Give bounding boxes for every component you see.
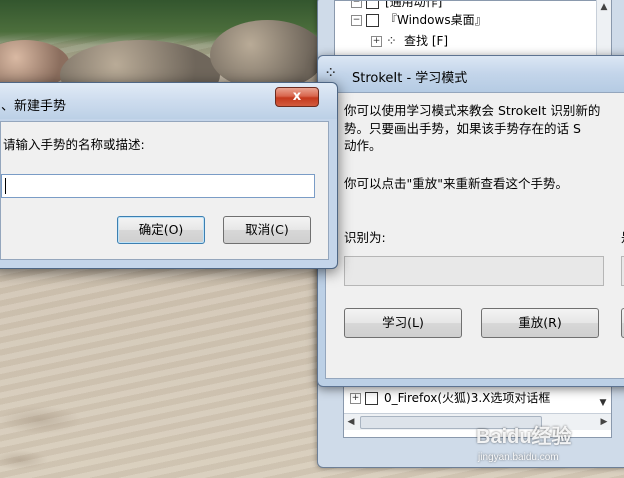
cancel-button[interactable]: 取消(C) bbox=[223, 216, 311, 244]
scrollbar-thumb[interactable] bbox=[360, 416, 542, 429]
scroll-up-arrow-icon[interactable]: ▲ bbox=[597, 0, 611, 14]
gesture-node-icon bbox=[366, 14, 379, 27]
replay-button[interactable]: 重放(R) bbox=[481, 308, 599, 338]
dialog-titlebar[interactable]: 、新建手势 x bbox=[0, 83, 337, 119]
gesture-sparkle-icon: ⁘ bbox=[386, 33, 397, 49]
learn-window-titlebar[interactable]: ⁘ StrokeIt - 学习模式 bbox=[318, 56, 624, 92]
gesture-node-icon bbox=[366, 1, 379, 9]
strokeit-sparkle-icon: ⁘ bbox=[324, 63, 338, 82]
collapse-icon[interactable]: − bbox=[351, 15, 362, 26]
chevron-down-icon[interactable]: ▼ bbox=[596, 396, 610, 410]
plus-box-icon[interactable]: + bbox=[371, 36, 382, 47]
tree-item-label: [通用动作] bbox=[385, 0, 443, 9]
learn-window-body: 你可以使用学习模式来教会 StrokeIt 识别新的 势。只要画出手势，如果该手… bbox=[325, 92, 624, 379]
new-gesture-dialog: 、新建手势 x 请输入手势的名称或描述: 确定(O) 取消(C) bbox=[0, 82, 338, 269]
learn-mode-window: ⁘ StrokeIt - 学习模式 你可以使用学习模式来教会 StrokeIt … bbox=[317, 55, 624, 387]
gesture-tree-bottom[interactable]: +0_Firefox(火狐)3.X选项对话框 ◀ ▶ bbox=[343, 384, 612, 438]
recognized-as-field bbox=[344, 256, 604, 286]
tree-item-label: 『Windows桌面』 bbox=[385, 13, 487, 27]
collapse-icon[interactable]: − bbox=[351, 1, 362, 8]
text-caret bbox=[5, 178, 6, 194]
scroll-left-arrow-icon[interactable]: ◀ bbox=[344, 414, 358, 430]
instructions-line: 势。只要画出手势，如果该手势存在的话 S bbox=[344, 121, 581, 136]
window-title: StrokeIt - 学习模式 bbox=[352, 71, 468, 86]
instructions-line: 动作。 bbox=[344, 138, 382, 153]
close-icon: x bbox=[292, 89, 302, 104]
tree-item-label: 0_Firefox(火狐)3.X选项对话框 bbox=[384, 391, 551, 405]
close-button[interactable]: x bbox=[275, 87, 319, 107]
instructions-line: 你可以使用学习模式来教会 StrokeIt 识别新的 bbox=[344, 103, 601, 118]
gesture-name-input[interactable] bbox=[1, 174, 315, 198]
tree-item[interactable]: + ⁘ 查找 [F] bbox=[371, 32, 448, 50]
plus-box-icon[interactable]: + bbox=[350, 393, 361, 404]
tree-item[interactable]: − 『Windows桌面』 bbox=[351, 11, 487, 29]
recognized-as-label: 识别为: bbox=[344, 230, 386, 245]
wallpaper-rock bbox=[210, 20, 325, 90]
gesture-name-prompt: 请输入手势的名称或描述: bbox=[3, 137, 145, 152]
tree-vertical-scrollbar[interactable]: ▲ bbox=[596, 0, 611, 56]
ok-button[interactable]: 确定(O) bbox=[117, 216, 205, 244]
gesture-node-icon bbox=[365, 392, 378, 405]
tree-item[interactable]: +0_Firefox(火狐)3.X选项对话框 bbox=[350, 389, 550, 407]
learn-button[interactable]: 学习(L) bbox=[344, 308, 462, 338]
replay-hint-text: 你可以点击"重放"来重新查看这个手势。 bbox=[344, 176, 568, 191]
tree-horizontal-scrollbar[interactable]: ◀ ▶ bbox=[344, 413, 611, 430]
gesture-tree[interactable]: − [通用动作] − 『Windows桌面』 + ⁘ 查找 [F] bbox=[334, 0, 612, 58]
scroll-right-arrow-icon[interactable]: ▶ bbox=[597, 414, 611, 430]
dialog-body: 请输入手势的名称或描述: 确定(O) 取消(C) bbox=[0, 121, 329, 260]
tree-item-label: 查找 [F] bbox=[404, 34, 449, 48]
tree-item[interactable]: − [通用动作] bbox=[351, 0, 443, 11]
dialog-title: 、新建手势 bbox=[1, 99, 67, 114]
